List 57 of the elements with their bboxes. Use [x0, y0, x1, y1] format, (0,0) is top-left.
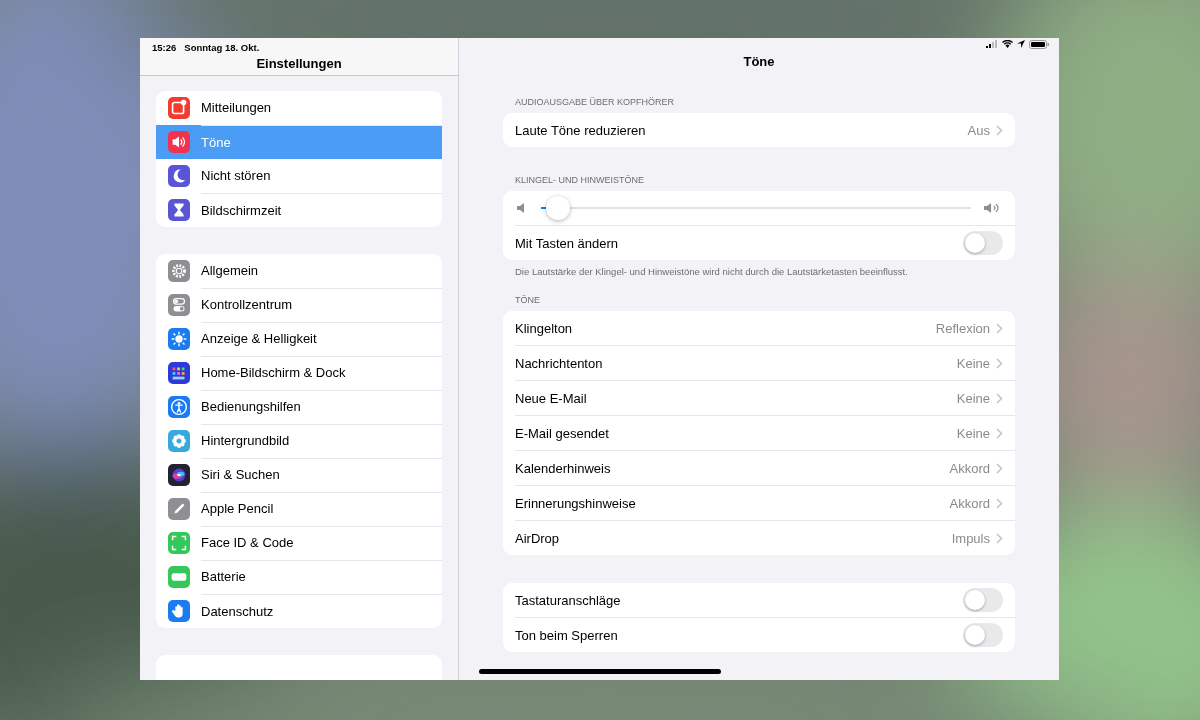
sidebar-item[interactable]: Siri & Suchen — [156, 458, 442, 492]
chevron-icon — [996, 392, 1003, 404]
chevron-icon — [996, 357, 1003, 369]
status-time: 15:26 — [152, 41, 177, 53]
setting-label: Nachrichtenton — [515, 355, 604, 371]
page-title: Töne — [743, 54, 775, 72]
setting-label: Ton beim Sperren — [515, 627, 619, 643]
setting-value[interactable]: Keine — [956, 425, 990, 441]
setting-value[interactable]: Impuls — [951, 530, 990, 546]
setting-value[interactable]: Akkord — [949, 460, 990, 476]
sidebar-item[interactable]: Bedienungshilfen — [156, 390, 442, 424]
sidebar-item[interactable]: Datenschutz — [156, 594, 442, 628]
setting-label: Mit Tasten ändern — [515, 235, 620, 251]
sidebar-item[interactable]: Hintergrundbild — [156, 424, 442, 458]
sidebar-item[interactable]: Batterie — [156, 560, 442, 594]
setting-label: Kalenderhinweis — [515, 460, 612, 476]
toggle-switch[interactable] — [963, 231, 1003, 255]
chevron-icon — [996, 322, 1003, 334]
sidebar-item[interactable]: Apple Pencil — [156, 492, 442, 526]
section-header: AUDIOAUSGABE ÜBER KOPFHÖRER — [514, 97, 676, 109]
sidebar-item[interactable]: Anzeige & Helligkeit — [156, 322, 442, 356]
battery-status-icon — [1029, 39, 1049, 49]
setting-label: Tastaturanschläge — [515, 592, 622, 608]
setting-label: AirDrop — [515, 530, 561, 546]
setting-value[interactable]: Keine — [956, 355, 990, 371]
sidebar-item[interactable]: Nicht stören — [156, 159, 442, 193]
setting-value[interactable]: Keine — [956, 390, 990, 406]
section-footer: Die Lautstärke der Klingel- und Hinweistöne wird nicht durch die Lautstärketasten beeinflusst. — [503, 260, 1015, 277]
wifi-icon — [1002, 40, 1013, 49]
toggle-switch[interactable] — [963, 588, 1003, 612]
sidebar-item[interactable]: Face ID & Code — [156, 526, 442, 560]
signal-icon — [986, 40, 998, 49]
chevron-icon — [996, 427, 1003, 439]
sidebar-item[interactable]: Kontrollzentrum — [156, 288, 442, 322]
sidebar-item[interactable]: Mitteilungen — [156, 91, 442, 125]
home-indicator[interactable] — [479, 669, 721, 674]
status-date: Sonntag 18. Okt. — [184, 41, 260, 53]
setting-label: E-Mail gesendet — [515, 425, 610, 441]
sidebar-title: Einstellungen — [256, 56, 342, 73]
chevron-icon — [996, 124, 1003, 136]
sidebar-item[interactable]: Bildschirmzeit — [156, 193, 442, 227]
chevron-icon — [996, 462, 1003, 474]
setting-value[interactable]: Akkord — [949, 495, 990, 511]
sidebar-item[interactable]: Allgemein — [156, 254, 442, 288]
sidebar-item[interactable]: Home-Bildschirm & Dock — [156, 356, 442, 390]
chevron-icon — [996, 497, 1003, 509]
section-header: KLINGEL- UND HINWEISTÖNE — [514, 175, 645, 187]
setting-label: Klingelton — [515, 320, 574, 336]
setting-value[interactable]: Aus — [967, 122, 990, 138]
section-header: TÖNE — [514, 295, 541, 307]
toggle-switch[interactable] — [963, 623, 1003, 647]
setting-label: Neue E-Mail — [515, 390, 588, 406]
volume-slider[interactable] — [541, 196, 971, 220]
chevron-icon — [996, 532, 1003, 544]
setting-label: Laute Töne reduzieren — [515, 122, 647, 138]
setting-label: Erinnerungshinweise — [515, 495, 637, 511]
location-icon — [1017, 40, 1025, 49]
